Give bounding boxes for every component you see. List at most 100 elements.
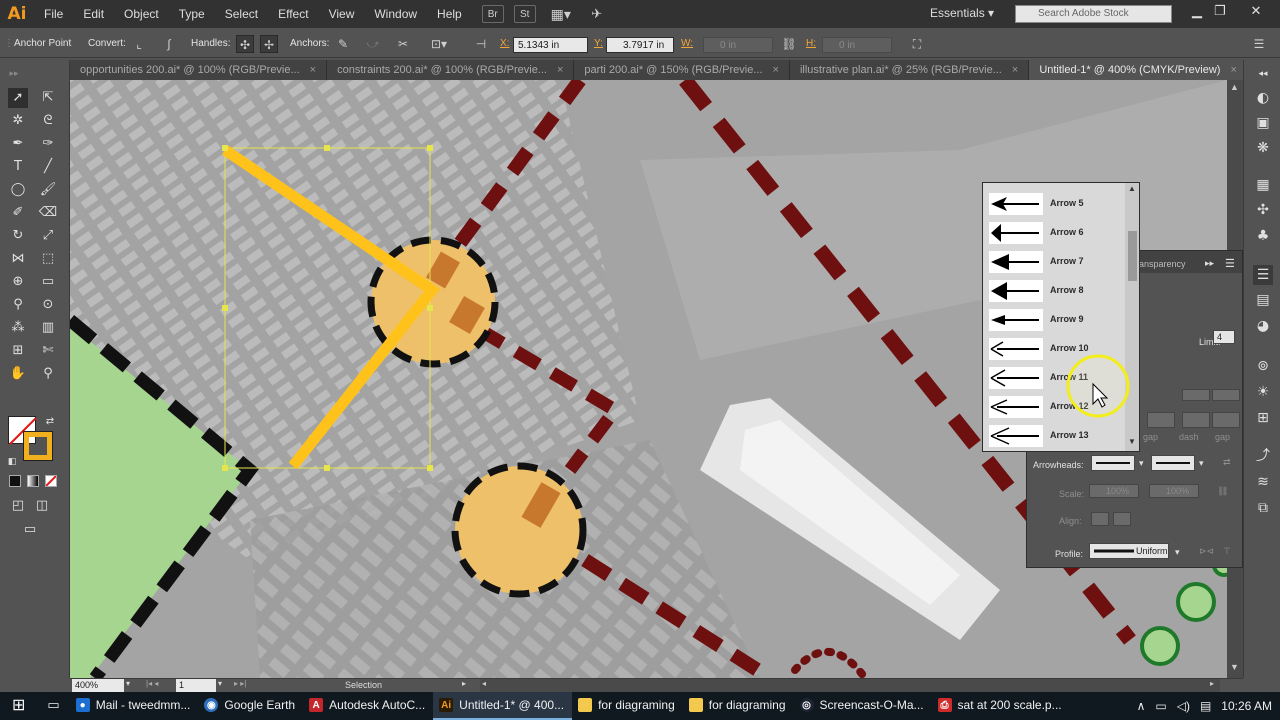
- miter-limit-field[interactable]: 4: [1213, 330, 1235, 344]
- handle-bm[interactable]: [324, 465, 330, 471]
- tab-opportunities[interactable]: opportunities 200.ai* @ 100% (RGB/Previe…: [70, 60, 328, 80]
- h-field[interactable]: 0 in: [822, 37, 892, 53]
- menu-help[interactable]: Help: [427, 7, 472, 21]
- width-tool-icon[interactable]: ⋈: [8, 249, 28, 269]
- isolate-icon[interactable]: ⛶: [908, 35, 926, 53]
- artboard-tool-icon[interactable]: ⊞: [8, 341, 28, 361]
- close-tab-icon[interactable]: ×: [310, 64, 316, 76]
- curvature-tool-icon[interactable]: ✑: [38, 134, 58, 154]
- eyedropper-tool-icon[interactable]: ⚲: [8, 295, 28, 315]
- end-scale-field[interactable]: 100%: [1149, 484, 1199, 498]
- y-field[interactable]: 3.7917 in: [606, 37, 674, 53]
- swatches-icon[interactable]: ▦: [1253, 175, 1273, 195]
- menu-edit[interactable]: Edit: [73, 7, 114, 21]
- scroll-left-icon[interactable]: ◂: [482, 679, 486, 688]
- appearance-icon[interactable]: ❋: [1253, 138, 1273, 158]
- layers-icon[interactable]: ≋: [1253, 472, 1273, 492]
- x-field[interactable]: 5.1343 in: [513, 37, 588, 53]
- arrowhead-option[interactable]: Arrow 13: [983, 421, 1125, 450]
- scroll-up-icon[interactable]: ▲: [1128, 184, 1136, 193]
- transparency-tab[interactable]: ansparency: [1139, 259, 1186, 269]
- end-arrowhead-select[interactable]: [1151, 455, 1195, 471]
- task-mail[interactable]: ● Mail - tweedmm...: [70, 692, 199, 720]
- close-tab-icon[interactable]: ×: [1012, 64, 1018, 76]
- volume-icon[interactable]: ◁): [1177, 699, 1190, 713]
- stroke-swatch[interactable]: [23, 431, 53, 461]
- brushes-icon[interactable]: ✣: [1253, 200, 1273, 220]
- flip-across-icon[interactable]: ⊤: [1223, 546, 1231, 557]
- menu-file[interactable]: File: [34, 7, 73, 21]
- tab-illustrative-plan[interactable]: illustrative plan.ai* @ 25% (RGB/Previe.…: [790, 60, 1030, 80]
- notifications-icon[interactable]: ▤: [1200, 699, 1211, 713]
- start-button[interactable]: ⊞: [0, 692, 37, 720]
- scroll-down-icon[interactable]: ▼: [1230, 662, 1239, 672]
- close-tab-icon[interactable]: ×: [773, 64, 779, 76]
- close-icon[interactable]: ✕: [1245, 3, 1267, 19]
- lasso-tool-icon[interactable]: ᘓ: [38, 111, 58, 131]
- stock-search-input[interactable]: Search Adobe Stock: [1015, 5, 1172, 23]
- status-menu-icon[interactable]: ▸: [462, 679, 466, 688]
- first-artboard-icon[interactable]: |◂ ◂: [146, 679, 158, 688]
- start-scale-field[interactable]: 100%: [1089, 484, 1139, 498]
- flip-along-icon[interactable]: ⊳⊲: [1199, 546, 1214, 557]
- align-panel-icon[interactable]: ⊞: [1253, 408, 1273, 428]
- dash-align-2-icon[interactable]: [1212, 389, 1240, 401]
- shaper-tool-icon[interactable]: ✐: [8, 203, 28, 223]
- color-mode-icon[interactable]: [9, 475, 21, 487]
- symbol-sprayer-tool-icon[interactable]: ⁂: [8, 318, 28, 338]
- color-panel-icon[interactable]: ◐: [1253, 88, 1273, 108]
- symbols-icon[interactable]: ♣: [1253, 226, 1273, 246]
- restore-icon[interactable]: ❐: [1209, 3, 1231, 19]
- stock-icon[interactable]: St: [513, 5, 536, 23]
- menu-object[interactable]: Object: [114, 7, 169, 21]
- shape-builder-tool-icon[interactable]: ⊕: [8, 272, 28, 292]
- arrowhead-option[interactable]: Arrow 6: [983, 218, 1125, 247]
- start-arrowhead-chevron-icon[interactable]: ▾: [1139, 458, 1144, 469]
- dash-align-1-icon[interactable]: [1182, 389, 1210, 401]
- arrange-documents-icon[interactable]: ▦▾: [546, 5, 576, 23]
- align-icon[interactable]: ⊣: [472, 35, 490, 53]
- slice-tool-icon[interactable]: ✄: [38, 341, 58, 361]
- task-google-earth[interactable]: ◉ Google Earth: [198, 692, 303, 720]
- arrowhead-option[interactable]: Arrow 8: [983, 276, 1125, 305]
- collapse-icon[interactable]: ▸▸: [4, 64, 24, 84]
- arrowhead-option[interactable]: Arrow 7: [983, 247, 1125, 276]
- eraser-tool-icon[interactable]: ⌫: [38, 203, 58, 223]
- direct-selection-tool-icon[interactable]: ⇱: [38, 88, 58, 108]
- scroll-thumb[interactable]: [1128, 231, 1137, 281]
- network-icon[interactable]: ▭: [1155, 699, 1166, 713]
- convert-smooth-icon[interactable]: ∫: [160, 35, 178, 53]
- control-menu-icon[interactable]: ☰: [1250, 35, 1268, 53]
- menu-type[interactable]: Type: [169, 7, 215, 21]
- swap-arrowheads-icon[interactable]: ⇄: [1223, 457, 1231, 468]
- show-handles-icon[interactable]: ✣: [236, 35, 254, 53]
- graphic-styles-icon[interactable]: ⊚: [1253, 356, 1273, 376]
- gap-3-field[interactable]: [1212, 412, 1240, 428]
- menu-view[interactable]: View: [319, 7, 365, 21]
- transparency-icon[interactable]: ◕: [1253, 316, 1273, 336]
- scale-tool-icon[interactable]: ⤢: [38, 226, 58, 246]
- handle-mr[interactable]: [427, 305, 433, 311]
- tab-untitled-1[interactable]: Untitled-1* @ 400% (CMYK/Preview) ×: [1029, 60, 1248, 80]
- draw-mode-icon[interactable]: ◰: [8, 496, 28, 516]
- line-tool-icon[interactable]: ╱: [38, 157, 58, 177]
- gradient-tool-icon[interactable]: ▭: [38, 272, 58, 292]
- handle-ml[interactable]: [222, 305, 228, 311]
- remove-anchor-icon[interactable]: ✎: [334, 35, 352, 53]
- pen-tool-icon[interactable]: ✒: [8, 134, 28, 154]
- gradient-panel-icon[interactable]: ▤: [1253, 290, 1273, 310]
- align-extend-icon[interactable]: [1091, 512, 1109, 526]
- tab-constraints[interactable]: constraints 200.ai* @ 100% (RGB/Previe..…: [327, 60, 575, 80]
- start-arrowhead-select[interactable]: [1091, 455, 1135, 471]
- rotate-tool-icon[interactable]: ↻: [8, 226, 28, 246]
- link-scale-icon[interactable]: ⛓: [1217, 486, 1228, 497]
- handle-bl[interactable]: [222, 465, 228, 471]
- default-colors-icon[interactable]: ◧: [2, 452, 22, 472]
- gpu-performance-icon[interactable]: ✈: [586, 5, 608, 23]
- task-view-button[interactable]: ▭: [37, 692, 69, 720]
- arrowhead-option[interactable]: Arrow 9: [983, 305, 1125, 334]
- select-similar-icon[interactable]: ⊡▾: [430, 35, 448, 53]
- profile-chevron-icon[interactable]: ▾: [1175, 547, 1180, 558]
- tab-parti[interactable]: parti 200.ai* @ 150% (RGB/Previe... ×: [574, 60, 790, 80]
- export-icon[interactable]: ⤴: [1253, 446, 1273, 466]
